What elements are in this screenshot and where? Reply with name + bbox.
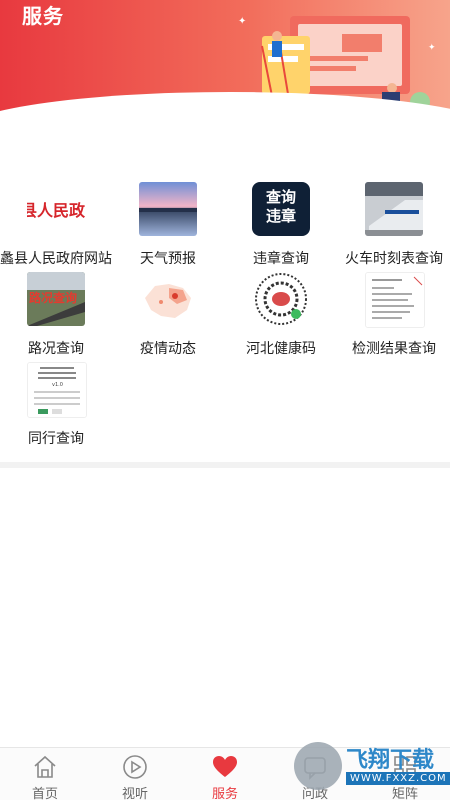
weather-photo-thumb <box>139 182 197 236</box>
service-label: 火车时刻表查询 <box>345 251 443 267</box>
violation-query-thumb: 查询 违章 <box>252 182 310 236</box>
site-watermark: 飞翔下载 WWW.FXXZ.COM <box>294 738 450 794</box>
tab-label: 服务 <box>211 787 238 802</box>
tab-video[interactable]: 视听 <box>90 748 180 802</box>
watermark-url: WWW.FXXZ.COM <box>346 772 450 785</box>
svg-text:✦: ✦ <box>238 16 246 27</box>
companion-query-thumb: v1.0 <box>27 362 87 418</box>
road-photo-thumb: 路况查询 <box>27 272 85 326</box>
tab-home[interactable]: 首页 <box>0 748 90 802</box>
train-photo-thumb <box>365 182 423 236</box>
service-label: 同行查询 <box>28 431 84 447</box>
svg-text:县人民政: 县人民政 <box>27 201 85 220</box>
watermark-text: 飞翔下载 <box>346 748 435 773</box>
service-label: 检测结果查询 <box>352 341 436 357</box>
health-qr-thumb <box>252 272 310 326</box>
epidemic-map-thumb <box>139 272 197 326</box>
tab-label: 首页 <box>31 787 58 802</box>
svg-text:✦: ✦ <box>428 43 436 53</box>
play-icon <box>123 755 147 779</box>
tab-service[interactable]: 服务 <box>180 748 270 802</box>
home-icon <box>34 755 56 778</box>
gov-website-thumb: 县人民政 <box>27 182 85 236</box>
test-result-doc-thumb <box>365 272 425 328</box>
section-divider <box>0 462 450 468</box>
heart-icon <box>213 756 237 777</box>
companion-thumb-version: v1.0 <box>52 382 63 388</box>
violation-thumb-text-1: 查询 <box>265 188 296 206</box>
violation-thumb-text-2: 违章 <box>265 207 296 225</box>
header-banner: 服务 ✦ ✦ <box>0 0 450 120</box>
page-title: 服务 <box>22 4 64 28</box>
road-thumb-text: 路况查询 <box>29 290 77 305</box>
tab-label: 视听 <box>121 787 148 802</box>
watermark-logo-icon <box>294 742 342 790</box>
